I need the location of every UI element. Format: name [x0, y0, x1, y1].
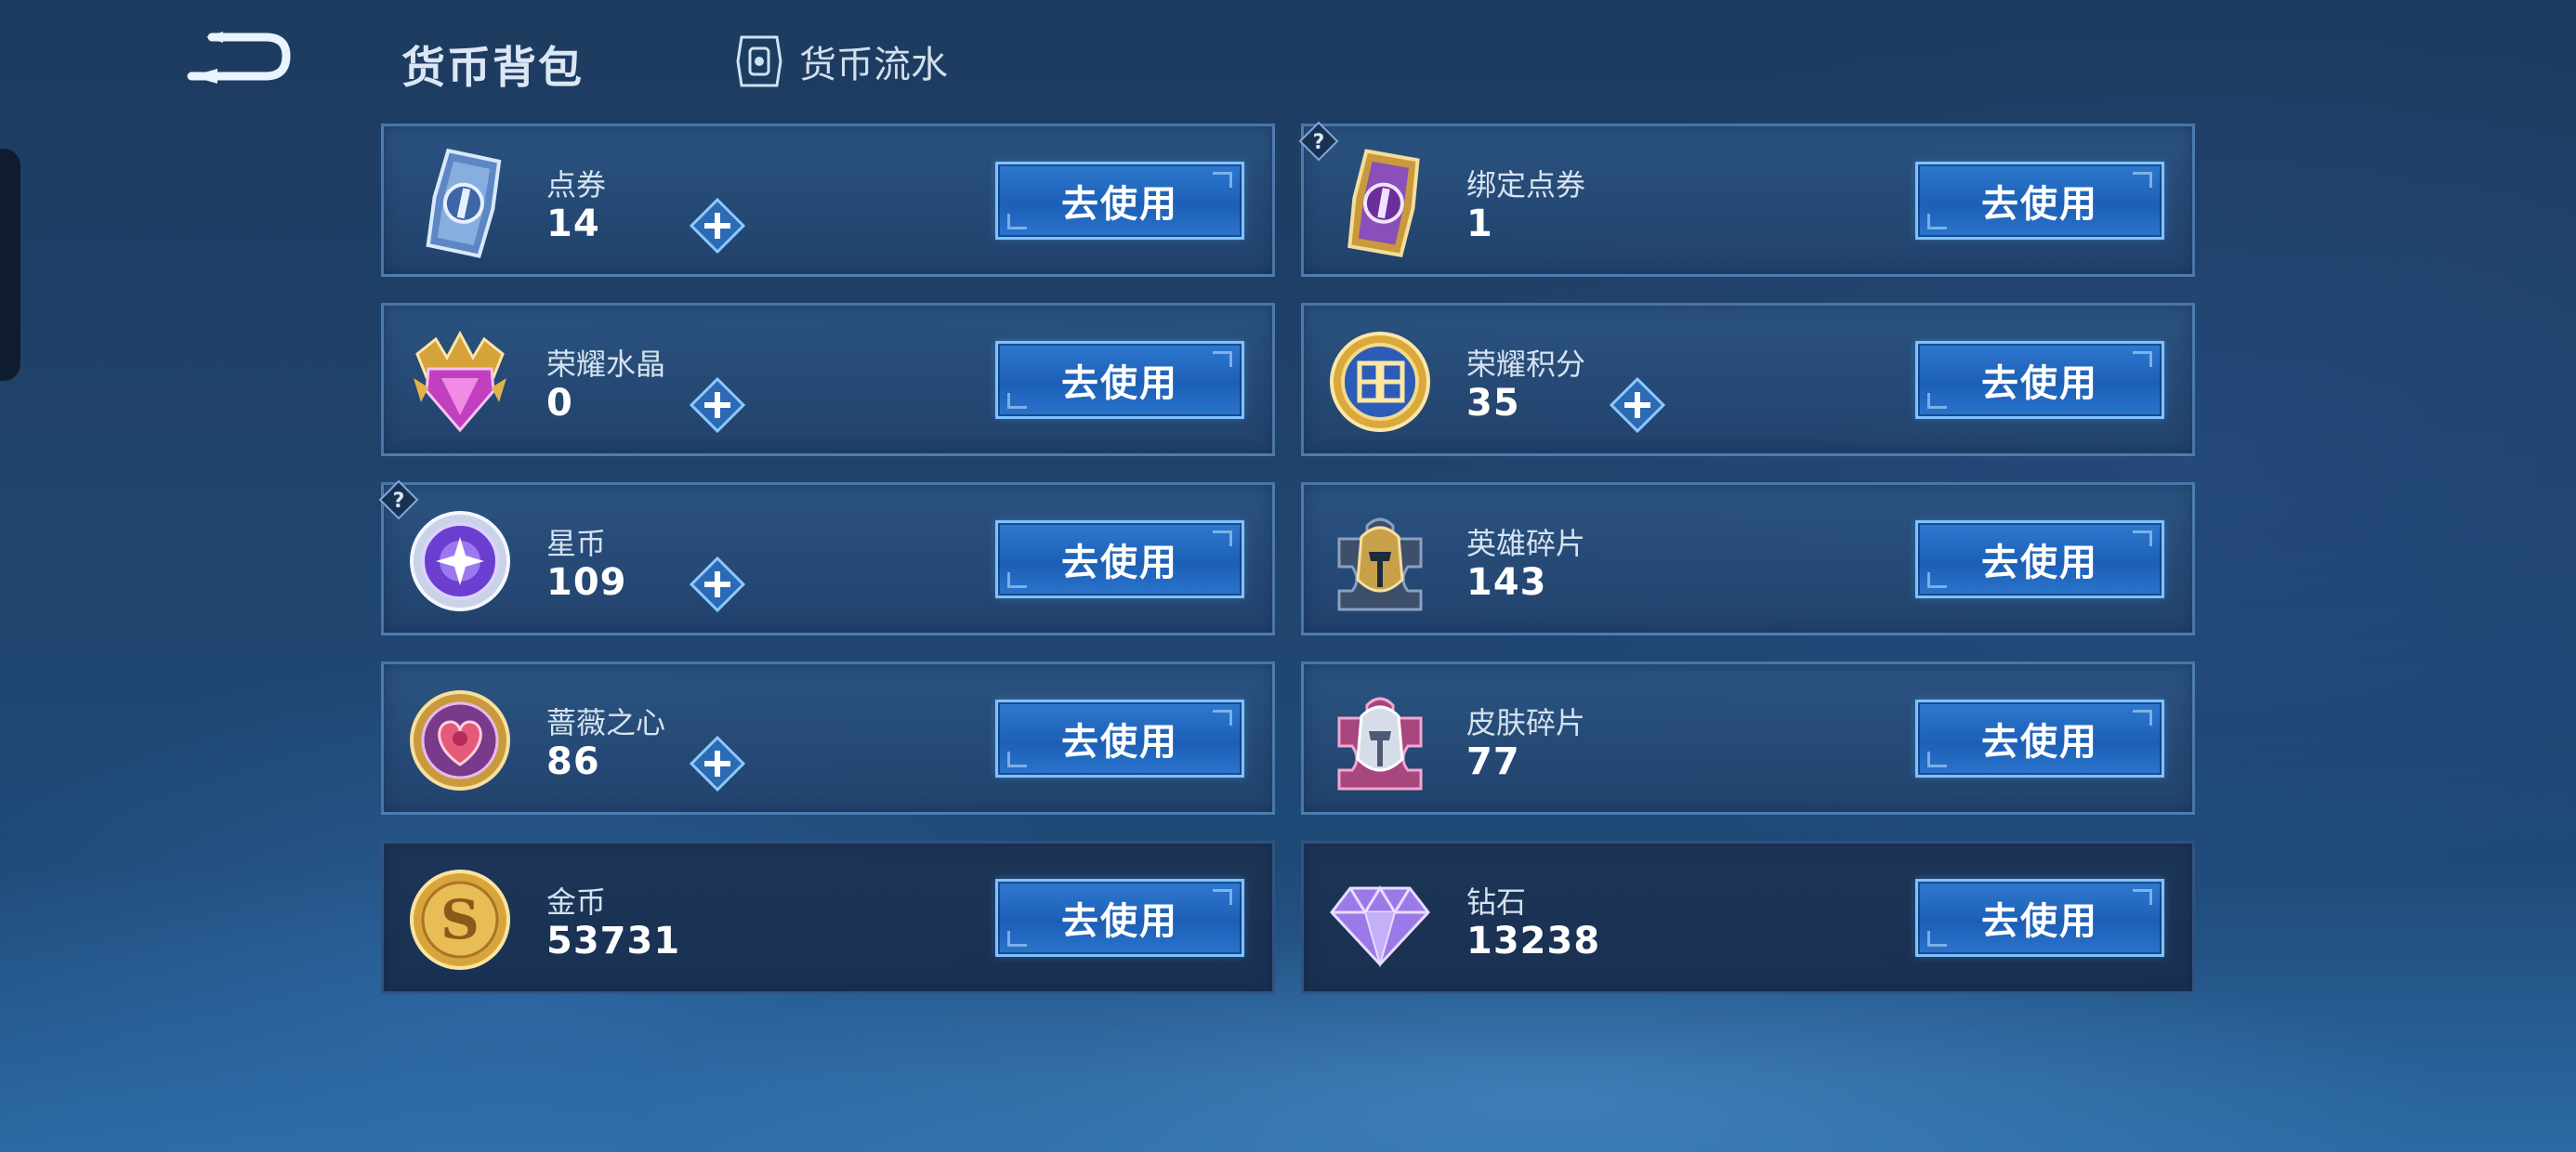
plus-button[interactable]: [689, 197, 746, 255]
use-button[interactable]: 去使用: [995, 162, 1244, 240]
use-button[interactable]: 去使用: [1915, 700, 2164, 778]
star-coin-icon: [410, 511, 510, 611]
item-value: 143: [1466, 561, 1547, 604]
item-value: 86: [546, 740, 600, 783]
back-button[interactable]: [186, 28, 297, 93]
svg-text:?: ?: [393, 490, 405, 513]
item-name: 点券: [546, 167, 607, 203]
currency-grid: 点券 14 去使用 ? 绑定点券 1 去使用 荣耀水晶 0 去使用 荣耀积分 3…: [378, 121, 2195, 994]
currency-card-diamond: 钻石 13238 去使用: [1301, 841, 2195, 994]
item-value: 109: [546, 561, 627, 604]
item-value: 35: [1466, 382, 1520, 425]
currency-card-glory-points: 荣耀积分 35 去使用: [1301, 303, 2195, 456]
page-title: 货币背包: [401, 43, 584, 94]
use-button[interactable]: 去使用: [995, 700, 1244, 778]
item-name: 英雄碎片: [1466, 526, 1586, 561]
hero-fragment-icon: [1337, 517, 1423, 611]
voucher-card-icon: [426, 148, 502, 258]
glory-points-coin-icon: [1330, 332, 1430, 432]
svg-text:S: S: [440, 888, 480, 951]
rose-heart-icon: [410, 690, 510, 791]
diamond-icon: [1330, 885, 1430, 968]
use-button[interactable]: 去使用: [1915, 341, 2164, 419]
item-value: 1: [1466, 203, 1493, 245]
currency-card-glory-crystal: 荣耀水晶 0 去使用: [381, 303, 1275, 456]
item-value: 14: [546, 203, 600, 245]
currency-card-gold-coin: S 金币 53731 去使用: [381, 841, 1275, 994]
use-button[interactable]: 去使用: [1915, 162, 2164, 240]
item-value: 13238: [1466, 920, 1601, 962]
plus-button[interactable]: [689, 376, 746, 434]
use-button[interactable]: 去使用: [995, 520, 1244, 598]
item-name: 金币: [546, 884, 607, 920]
plus-button[interactable]: [689, 735, 746, 792]
item-value: 0: [546, 382, 573, 425]
back-arrow-icon: [187, 32, 291, 84]
plus-button[interactable]: [689, 556, 746, 613]
tab-label: 货币流水: [799, 44, 948, 86]
card-icon: [736, 35, 782, 87]
item-name: 钻石: [1466, 884, 1527, 920]
item-value: 53731: [546, 920, 681, 962]
item-name: 绑定点券: [1466, 167, 1586, 203]
plus-button[interactable]: [1609, 376, 1666, 434]
svg-text:?: ?: [1313, 131, 1325, 154]
use-button[interactable]: 去使用: [1915, 520, 2164, 598]
use-button[interactable]: 去使用: [1915, 879, 2164, 957]
item-name: 皮肤碎片: [1466, 705, 1586, 740]
item-name: 荣耀积分: [1466, 347, 1586, 382]
gold-coin-icon: S: [410, 870, 510, 970]
item-name: 蔷薇之心: [546, 705, 666, 740]
currency-card-hero-fragment: 英雄碎片 143 去使用: [1301, 482, 2195, 635]
use-button[interactable]: 去使用: [995, 341, 1244, 419]
currency-card-skin-fragment: 皮肤碎片 77 去使用: [1301, 661, 2195, 815]
currency-card-star-coin: ? 星币 109 去使用: [378, 479, 1275, 635]
skin-fragment-icon: [1337, 697, 1423, 791]
use-button[interactable]: 去使用: [995, 879, 1244, 957]
item-name: 星币: [546, 526, 607, 561]
currency-card-voucher: 点券 14 去使用: [381, 124, 1275, 277]
bound-voucher-card-icon: [1347, 149, 1420, 258]
currency-card-rose-heart: 蔷薇之心 86 去使用: [381, 661, 1275, 815]
item-value: 77: [1466, 740, 1520, 783]
currency-card-bound-voucher: ? 绑定点券 1 去使用: [1298, 121, 2195, 277]
item-name: 荣耀水晶: [546, 347, 666, 382]
tab-currency-history[interactable]: 货币流水: [734, 33, 948, 89]
side-handle: [0, 149, 20, 381]
glory-crystal-icon: [414, 330, 506, 433]
